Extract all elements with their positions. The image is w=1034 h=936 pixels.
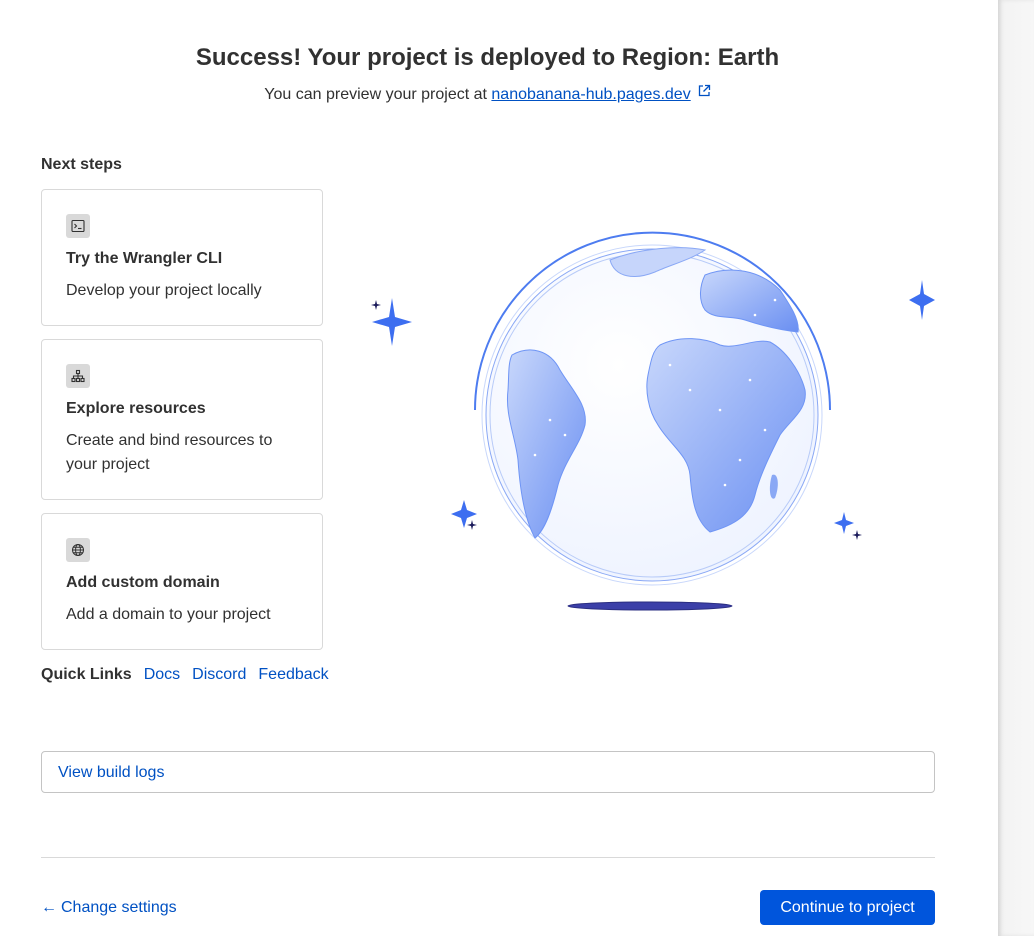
discord-link[interactable]: Discord (192, 666, 246, 684)
side-panel-edge (998, 0, 1034, 936)
next-steps-label: Next steps (41, 156, 122, 173)
card-title: Explore resources (66, 400, 206, 417)
page-title: Success! Your project is deployed to Reg… (195, 44, 780, 71)
continue-to-project-button[interactable]: Continue to project (760, 890, 935, 925)
change-settings-label: Change settings (61, 899, 177, 916)
view-build-logs-button[interactable]: View build logs (41, 751, 935, 793)
feedback-link[interactable]: Feedback (258, 666, 328, 684)
preview-link[interactable]: nanobanana-hub.pages.dev (491, 86, 690, 103)
globe-illustration (371, 231, 935, 611)
card-desc: Develop your project locally (66, 282, 262, 299)
preview-line: You can preview your project at nanobana… (0, 84, 975, 104)
card-custom-domain[interactable]: Add custom domain Add a domain to your p… (41, 513, 323, 650)
external-link-icon[interactable] (697, 84, 711, 98)
footer-divider (41, 857, 935, 858)
card-explore-resources[interactable]: Explore resources Create and bind resour… (41, 339, 323, 500)
card-wrangler-cli[interactable]: Try the Wrangler CLI Develop your projec… (41, 189, 323, 326)
card-title: Add custom domain (66, 574, 220, 591)
globe-icon (66, 538, 90, 562)
preview-prefix: You can preview your project at (264, 86, 487, 103)
docs-link[interactable]: Docs (144, 666, 180, 684)
quick-links: Quick Links Docs Discord Feedback (41, 666, 329, 684)
card-title: Try the Wrangler CLI (66, 250, 223, 267)
quick-links-label: Quick Links (41, 666, 132, 683)
terminal-icon (66, 214, 90, 238)
card-desc: Add a domain to your project (66, 606, 271, 623)
card-desc: Create and bind resources to your projec… (66, 432, 273, 473)
arrow-left-icon: ← (41, 899, 57, 916)
sitemap-icon (66, 364, 90, 388)
change-settings-link[interactable]: ← Change settings (41, 899, 177, 917)
